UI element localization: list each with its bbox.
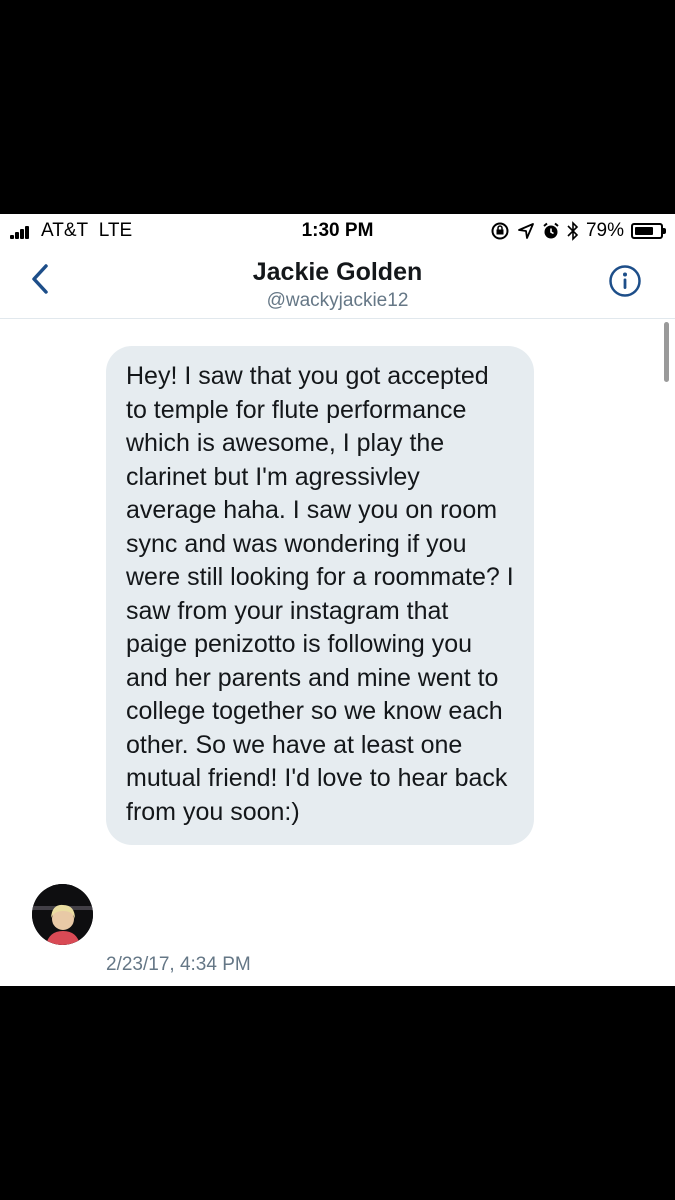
battery-icon [631,223,666,239]
battery-percent: 79% [585,220,624,241]
status-bar: AT&T LTE 1:30 PM 79% [0,214,675,248]
dm-conversation-screen: AT&T LTE 1:30 PM 79% Jackie Golden @wack… [0,214,675,986]
message-timestamp: 2/23/17, 4:34 PM [106,954,251,975]
avatar-photo [32,884,93,945]
bluetooth-icon [567,221,579,241]
info-icon[interactable] [609,265,641,297]
scrollbar[interactable] [664,322,669,382]
status-icons: 79% [490,219,666,243]
contact-handle: @wackyjackie12 [266,290,409,311]
alarm-icon [543,222,559,239]
location-icon [518,223,534,239]
conversation-header: Jackie Golden @wackyjackie12 [0,248,675,319]
orientation-lock-icon [491,222,509,240]
message-bubble: Hey! I saw that you got accepted to temp… [106,346,534,845]
contact-name: Jackie Golden [252,258,423,286]
avatar[interactable] [32,884,93,945]
